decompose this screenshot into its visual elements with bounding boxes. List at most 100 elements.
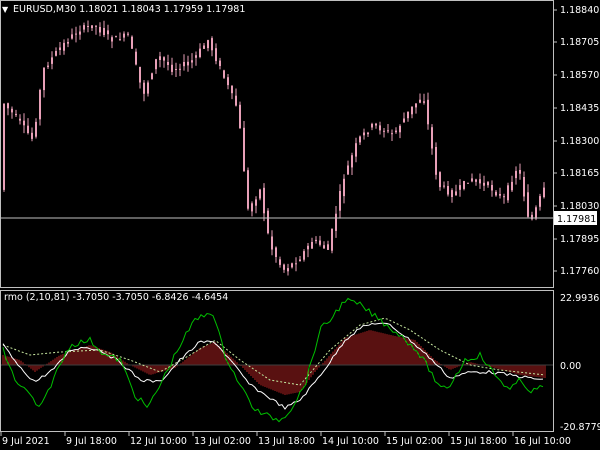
candle-body bbox=[355, 143, 357, 157]
candle-body bbox=[179, 68, 181, 70]
candle-body bbox=[183, 62, 185, 67]
candle-body bbox=[519, 170, 521, 174]
candle-body bbox=[23, 120, 25, 126]
candle-body bbox=[367, 132, 369, 135]
candle-body bbox=[427, 99, 429, 125]
candle-body bbox=[415, 103, 417, 108]
candle-body bbox=[111, 37, 113, 42]
candle-body bbox=[171, 64, 173, 72]
candle-body bbox=[503, 196, 505, 198]
candle-body bbox=[467, 182, 469, 184]
time-tick: 12 Jul 10:00 bbox=[130, 436, 187, 447]
candle-body bbox=[291, 263, 293, 268]
candle-body bbox=[531, 214, 533, 220]
candle-body bbox=[439, 172, 441, 188]
candle-body bbox=[127, 33, 129, 35]
candle-body bbox=[391, 133, 393, 135]
candle-body bbox=[231, 85, 233, 94]
candle-body bbox=[43, 67, 45, 91]
candle-body bbox=[379, 125, 381, 131]
candle-body bbox=[295, 263, 297, 265]
candle-body bbox=[483, 182, 485, 186]
candle-body bbox=[115, 36, 117, 38]
candle-body bbox=[75, 33, 77, 35]
candle-body bbox=[535, 207, 537, 219]
candle-body bbox=[471, 178, 473, 182]
candle-body bbox=[211, 38, 213, 51]
candle-body bbox=[347, 165, 349, 175]
candle-body bbox=[399, 125, 401, 133]
candle-body bbox=[507, 185, 509, 201]
time-tick: 15 Jul 02:00 bbox=[386, 436, 443, 447]
price-tick: 1.18300 bbox=[560, 136, 599, 147]
candle-body bbox=[47, 65, 49, 68]
price-tick: 1.17760 bbox=[560, 266, 599, 277]
candle-body bbox=[331, 228, 333, 251]
candle-body bbox=[167, 62, 169, 65]
candle-body bbox=[131, 36, 133, 49]
candle-body bbox=[143, 82, 145, 94]
candle-body bbox=[343, 178, 345, 197]
time-tick: 14 Jul 10:00 bbox=[322, 436, 379, 447]
candle-body bbox=[359, 136, 361, 143]
candle-body bbox=[235, 95, 237, 106]
candle-body bbox=[99, 27, 101, 33]
candle-body bbox=[151, 73, 153, 80]
candle-body bbox=[107, 30, 109, 35]
candle-body bbox=[95, 25, 97, 27]
candle-body bbox=[371, 123, 373, 128]
candle-body bbox=[447, 186, 449, 195]
candle-body bbox=[283, 264, 285, 270]
candle-body bbox=[527, 192, 529, 217]
candle-body bbox=[247, 170, 249, 209]
candle-body bbox=[27, 125, 29, 133]
candle-body bbox=[335, 213, 337, 231]
time-tick: 9 Jul 2021 bbox=[2, 436, 50, 447]
indicator-scale-zero: 0.00 bbox=[560, 361, 581, 372]
candle-body bbox=[299, 259, 301, 261]
candle-body bbox=[191, 60, 193, 63]
candle-body bbox=[275, 247, 277, 257]
candle-body bbox=[315, 239, 317, 242]
indicator-scale: 22.9936 0.00 -20.8779 bbox=[560, 293, 600, 433]
candle-body bbox=[463, 181, 465, 189]
candle-body bbox=[287, 268, 289, 272]
candle-body bbox=[523, 177, 525, 197]
candlestick-series bbox=[3, 20, 545, 276]
chart-window[interactable]: ▼ EURUSD,M30 1.18021 1.18043 1.17959 1.1… bbox=[0, 0, 600, 450]
price-tick: 1.18840 bbox=[560, 5, 599, 16]
candle-body bbox=[3, 103, 5, 190]
candle-body bbox=[55, 51, 57, 56]
indicator-scale-min: -20.8779 bbox=[560, 422, 600, 433]
candle-body bbox=[411, 106, 413, 115]
candle-body bbox=[135, 51, 137, 65]
chart-svg[interactable]: ▼ EURUSD,M30 1.18021 1.18043 1.17959 1.1… bbox=[0, 0, 600, 450]
candle-body bbox=[251, 203, 253, 212]
candle-body bbox=[103, 28, 105, 35]
candle-body bbox=[311, 242, 313, 249]
candle-body bbox=[139, 66, 141, 83]
candle-body bbox=[79, 31, 81, 35]
candle-body bbox=[35, 121, 37, 137]
time-tick: 9 Jul 18:00 bbox=[66, 436, 117, 447]
indicator-scale-max: 22.9936 bbox=[560, 293, 599, 304]
candle-body bbox=[271, 236, 273, 250]
candle-body bbox=[91, 25, 93, 29]
candle-body bbox=[351, 155, 353, 168]
candle-body bbox=[443, 185, 445, 187]
time-tick: 15 Jul 18:00 bbox=[450, 436, 507, 447]
main-chart-frame[interactable] bbox=[0, 0, 554, 288]
price-tick: 1.17895 bbox=[560, 234, 599, 245]
candle-body bbox=[159, 56, 161, 60]
candle-body bbox=[543, 187, 545, 198]
time-tick: 16 Jul 10:00 bbox=[514, 436, 571, 447]
candle-body bbox=[255, 199, 257, 206]
candle-body bbox=[83, 25, 85, 30]
candle-body bbox=[323, 245, 325, 249]
candle-body bbox=[175, 69, 177, 70]
candle-body bbox=[31, 132, 33, 139]
candle-body bbox=[123, 33, 125, 38]
candle-body bbox=[59, 47, 61, 50]
chart-title: EURUSD,M30 1.18021 1.18043 1.17959 1.179… bbox=[13, 4, 245, 15]
candle-body bbox=[539, 196, 541, 207]
